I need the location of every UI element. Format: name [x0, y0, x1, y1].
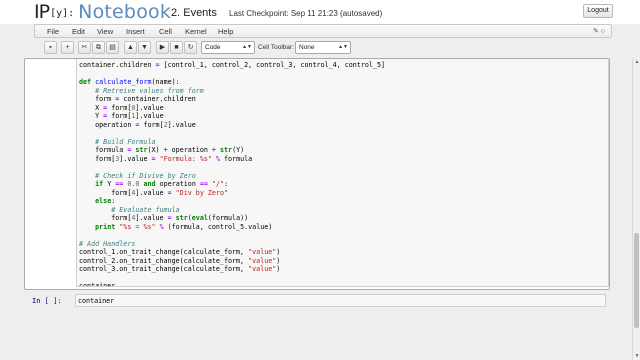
menu-file[interactable]: File	[47, 27, 59, 36]
cell-type-select[interactable]: Code ▲▼	[201, 41, 255, 54]
menu-help[interactable]: Help	[218, 27, 233, 36]
cell-type-value: Code	[205, 44, 221, 51]
toolbar: ▪ + ✂ ⧉ ▤ ▲ ▼ ▶ ■ ↻ Code ▲▼ Cell Toolbar…	[34, 40, 612, 56]
menu-cell[interactable]: Cell	[159, 27, 172, 36]
stop-icon[interactable]: ■	[170, 41, 183, 54]
restart-icon[interactable]: ↻	[184, 41, 197, 54]
scroll-up-icon[interactable]: ▲	[633, 58, 640, 66]
move-down-icon[interactable]: ▼	[138, 41, 151, 54]
paste-icon[interactable]: ▤	[106, 41, 119, 54]
code-text[interactable]: container	[76, 295, 605, 306]
move-up-icon[interactable]: ▲	[124, 41, 137, 54]
run-icon[interactable]: ▶	[156, 41, 169, 54]
code-cell-selected[interactable]: container.children = [control_1, control…	[24, 58, 610, 290]
logo-y-text: [y]:	[50, 8, 75, 19]
logout-button[interactable]: Logout	[583, 4, 613, 18]
input-prompt: In [ ]:	[32, 297, 62, 305]
menu-view[interactable]: View	[97, 27, 113, 36]
cell-toolbar-value: None	[299, 44, 315, 51]
chevron-down-icon: ▲▼	[242, 44, 252, 50]
cell-toolbar-label: Cell Toolbar:	[258, 44, 295, 51]
code-editor[interactable]: container.children = [control_1, control…	[76, 59, 609, 287]
vertical-scrollbar[interactable]: ▲ ▼	[632, 58, 640, 360]
insert-cell-icon[interactable]: +	[61, 41, 74, 54]
menu-edit[interactable]: Edit	[72, 27, 85, 36]
save-icon[interactable]: ▪	[44, 41, 57, 54]
ipython-logo[interactable]: IP [y]: Notebook	[34, 1, 171, 23]
notebook-area: container.children = [control_1, control…	[24, 58, 614, 360]
cell-toolbar-select[interactable]: None ▲▼	[295, 41, 351, 54]
scrollbar-thumb[interactable]	[634, 233, 639, 328]
code-cell[interactable]: In [ ]: container	[32, 294, 606, 308]
checkpoint-status: Last Checkpoint: Sep 11 21:23 (autosaved…	[229, 9, 383, 18]
cut-icon[interactable]: ✂	[78, 41, 91, 54]
menu-insert[interactable]: Insert	[126, 27, 145, 36]
code-text[interactable]: container.children = [control_1, control…	[77, 59, 608, 286]
kernel-status-icon: ✎ ○	[592, 28, 605, 35]
scroll-down-icon[interactable]: ▼	[633, 352, 640, 360]
copy-icon[interactable]: ⧉	[92, 41, 105, 54]
logo-ip-text: IP	[34, 1, 50, 23]
code-editor[interactable]: container	[75, 294, 606, 307]
logo-notebook-text: Notebook	[78, 1, 172, 23]
notebook-title[interactable]: 2. Events	[171, 7, 217, 19]
menubar: File Edit View Insert Cell Kernel Help ✎…	[34, 24, 612, 38]
chevron-down-icon: ▲▼	[338, 44, 348, 50]
menu-kernel[interactable]: Kernel	[185, 27, 207, 36]
notebook-header: IP [y]: Notebook 2. Events Last Checkpoi…	[0, 0, 640, 24]
